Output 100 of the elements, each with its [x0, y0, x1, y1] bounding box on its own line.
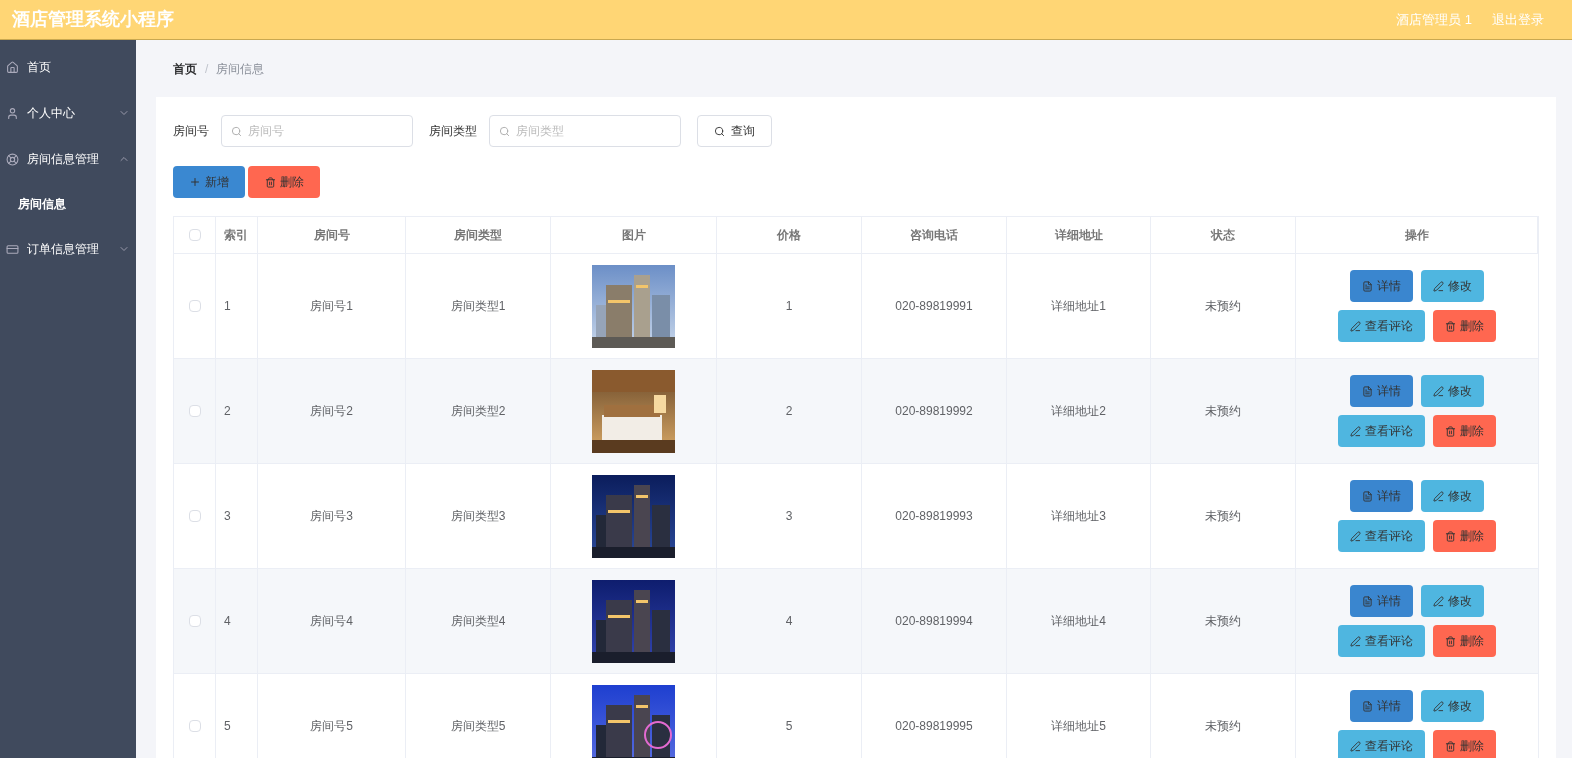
- table-cell-text: 020-89819992: [895, 403, 973, 420]
- column-header: 索引: [224, 227, 248, 244]
- search-field[interactable]: 房间号: [221, 115, 413, 147]
- table-cell-text: 房间号5: [310, 718, 353, 735]
- table-cell-text: 房间号3: [310, 508, 353, 525]
- home-icon: [6, 60, 19, 74]
- column-header: 价格: [777, 227, 801, 244]
- edit-button[interactable]: 修改: [1421, 480, 1484, 512]
- app-title: 酒店管理系统小程序: [12, 8, 174, 31]
- detail-button[interactable]: 详情: [1350, 375, 1413, 407]
- table-cell-text: 详细地址3: [1051, 508, 1106, 525]
- search-button[interactable]: 查询: [697, 115, 772, 147]
- column-header: 房间号: [313, 227, 350, 244]
- trash-icon: [1445, 320, 1456, 332]
- breadcrumb-item: 房间信息: [216, 60, 265, 78]
- pen-icon: [1350, 740, 1361, 752]
- breadcrumb-separator: /: [205, 60, 209, 78]
- table-cell-text: 020-89819995: [895, 718, 973, 735]
- document-icon: [1362, 280, 1373, 292]
- trash-icon: [264, 176, 276, 188]
- table-cell-text: 3: [224, 508, 231, 525]
- table-cell-text: 020-89819991: [895, 298, 973, 315]
- table-cell-text: 4: [785, 613, 793, 630]
- pen-icon: [1350, 530, 1361, 542]
- column-header: 操作: [1404, 227, 1429, 244]
- sidebar-subitem[interactable]: 房间信息: [0, 182, 136, 226]
- reviews-button[interactable]: 查看评论: [1338, 415, 1425, 447]
- pen-icon: [1350, 635, 1361, 647]
- table-cell-text: 1: [785, 298, 793, 315]
- detail-button[interactable]: 详情: [1350, 690, 1413, 722]
- edit-button[interactable]: 修改: [1421, 585, 1484, 617]
- table-cell-text: 2: [785, 403, 793, 420]
- pen-icon: [1433, 700, 1444, 712]
- breadcrumb-item[interactable]: 首页: [173, 59, 197, 78]
- table-cell-text: 详细地址2: [1051, 403, 1106, 420]
- table-cell-text: 详细地址4: [1051, 613, 1106, 630]
- table-cell-text: 房间类型4: [450, 613, 506, 630]
- table-cell-text: 房间类型5: [450, 718, 506, 735]
- document-icon: [1362, 385, 1373, 397]
- row-checkbox[interactable]: [188, 720, 201, 732]
- plus-icon: [189, 176, 201, 188]
- select-all-checkbox[interactable]: [188, 229, 201, 241]
- trash-icon: [1445, 635, 1456, 647]
- sidebar-item[interactable]: 订单信息管理: [0, 226, 136, 272]
- table-cell-text: 5: [224, 718, 231, 735]
- pen-icon: [1350, 425, 1361, 437]
- reviews-button[interactable]: 查看评论: [1338, 520, 1425, 552]
- edit-button[interactable]: 修改: [1421, 375, 1484, 407]
- reviews-button[interactable]: 查看评论: [1338, 625, 1425, 657]
- reviews-button[interactable]: 查看评论: [1338, 730, 1425, 758]
- delete-row-button[interactable]: 删除: [1433, 625, 1496, 657]
- column-header: 房间类型: [454, 227, 502, 244]
- table-cell-text: 020-89819993: [895, 508, 973, 525]
- table-cell-text: 房间类型2: [450, 403, 506, 420]
- table-cell-text: 1: [224, 298, 231, 315]
- row-checkbox[interactable]: [188, 615, 201, 627]
- sidebar-item[interactable]: 个人中心: [0, 90, 136, 136]
- search-field[interactable]: 房间类型: [489, 115, 681, 147]
- delete-button[interactable]: 删除: [248, 166, 320, 198]
- delete-row-button[interactable]: 删除: [1433, 310, 1496, 342]
- table-cell-text: 未预约: [1205, 403, 1241, 420]
- table-cell-text: 房间号1: [310, 298, 353, 315]
- search-icon: [714, 125, 725, 137]
- filter-label: 房间号: [173, 123, 209, 140]
- document-icon: [1362, 595, 1373, 607]
- column-header: 咨询电话: [910, 227, 958, 244]
- detail-button[interactable]: 详情: [1350, 480, 1413, 512]
- column-header: 详细地址: [1054, 227, 1103, 244]
- detail-button[interactable]: 详情: [1350, 270, 1413, 302]
- table-cell-text: 未预约: [1205, 298, 1241, 315]
- table-cell-text: 未预约: [1205, 613, 1241, 630]
- table-cell-text: 未预约: [1205, 508, 1241, 525]
- edit-button[interactable]: 修改: [1421, 690, 1484, 722]
- pen-icon: [1433, 595, 1444, 607]
- table-cell-text: 4: [224, 613, 231, 630]
- table-cell-text: 详细地址1: [1051, 298, 1106, 315]
- filter-label: 房间类型: [429, 123, 477, 140]
- row-checkbox[interactable]: [188, 510, 201, 522]
- sidebar-item[interactable]: 房间信息管理: [0, 136, 136, 182]
- document-icon: [1362, 700, 1373, 712]
- delete-row-button[interactable]: 删除: [1433, 730, 1496, 758]
- search-icon: [231, 126, 242, 137]
- delete-row-button[interactable]: 删除: [1433, 520, 1496, 552]
- table-cell-text: 5: [785, 718, 793, 735]
- table-cell-text: 详细地址5: [1051, 718, 1106, 735]
- edit-button[interactable]: 修改: [1421, 270, 1484, 302]
- column-header: 状态: [1211, 227, 1235, 244]
- table-cell-text: 3: [785, 508, 793, 525]
- delete-row-button[interactable]: 删除: [1433, 415, 1496, 447]
- detail-button[interactable]: 详情: [1350, 585, 1413, 617]
- row-checkbox[interactable]: [188, 405, 201, 417]
- add-button[interactable]: 新增: [173, 166, 245, 198]
- ring-icon: [6, 152, 19, 166]
- trash-icon: [1445, 740, 1456, 752]
- pen-icon: [1433, 280, 1444, 292]
- sidebar-item[interactable]: 首页: [0, 44, 136, 90]
- table-cell-text: 2: [224, 403, 231, 420]
- reviews-button[interactable]: 查看评论: [1338, 310, 1425, 342]
- pen-icon: [1350, 320, 1361, 332]
- row-checkbox[interactable]: [188, 300, 201, 312]
